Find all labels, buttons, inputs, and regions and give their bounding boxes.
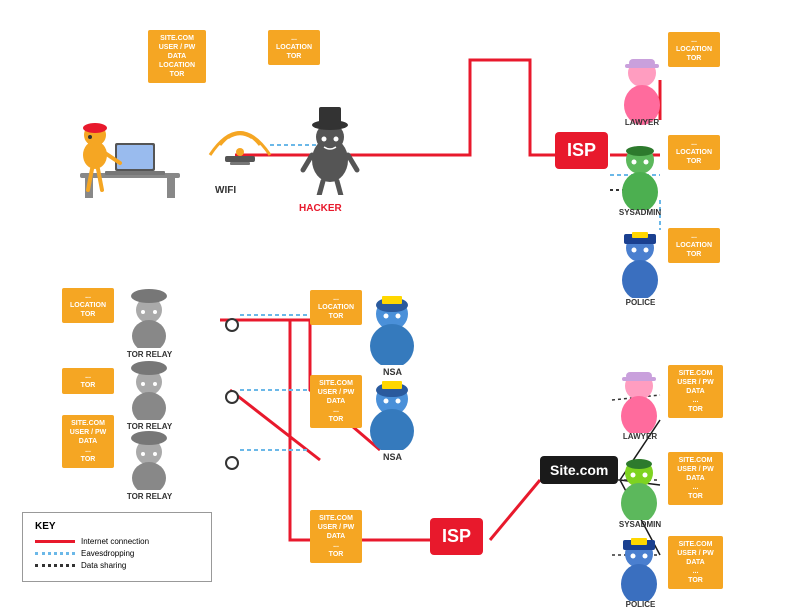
diagram: SITE.COM USER / PW DATA LOCATION TOR: [0, 0, 792, 612]
police-figure-1: [610, 228, 670, 298]
lawyer-label-1: LAWYER: [612, 118, 672, 127]
police-label-2: POLICE: [608, 600, 673, 609]
nsa-box-1: ... LOCATION TOR: [310, 290, 362, 325]
nsa-figure-1: [360, 290, 425, 365]
tor-relay-1-figure: [122, 288, 177, 348]
isp-2-info-box: SITE.COM USER / PW DATA ... TOR: [310, 510, 362, 563]
key-datashare: Data sharing: [35, 561, 199, 570]
police-label-1: POLICE: [608, 298, 673, 307]
lawyer-label-2: LAWYER: [610, 432, 670, 441]
isp-box-1: ISP: [555, 132, 608, 169]
sysadmin-box-1: ... LOCATION TOR: [668, 135, 720, 170]
sysadmin-label-2: SYSADMIN: [606, 520, 674, 529]
tor-relay-3-circle: [225, 456, 239, 470]
internet-line-sample: [35, 540, 75, 543]
location-box-1: ... LOCATION TOR: [268, 30, 320, 65]
hacker-figure: [295, 95, 365, 195]
tor-relay-1-label: TOR RELAY: [117, 350, 182, 359]
datashare-line-sample: [35, 564, 75, 567]
nsa-figure-2: [360, 375, 425, 450]
nsa-2-label: NSA: [360, 452, 425, 462]
tor-relay-2-figure: [122, 360, 177, 420]
key-internet: Internet connection: [35, 537, 199, 546]
nsa-box-2: SITE.COM USER / PW DATA ... TOR: [310, 375, 362, 428]
wifi-router-figure: [200, 100, 280, 180]
person-computer-figure: [60, 95, 200, 205]
tor-relay-3-figure: [122, 430, 177, 490]
police-box-2: SITE.COM USER / PW DATA ... TOR: [668, 536, 723, 589]
police-figure-2: [612, 536, 667, 601]
tor-relay-3-label: TOR RELAY: [117, 492, 182, 501]
tor-relay-1-box: ... LOCATION TOR: [62, 288, 114, 323]
police-box-1: ... LOCATION TOR: [668, 228, 720, 263]
lawyer-box-2: SITE.COM USER / PW DATA ... TOR: [668, 365, 723, 418]
wifi-label: WIFI: [215, 185, 236, 196]
key-box: KEY Internet connection Eavesdropping Da…: [22, 512, 212, 582]
tor-relay-2-box: ... TOR: [62, 368, 114, 394]
lawyer-figure-2: [612, 368, 667, 433]
sysadmin-box-2: SITE.COM USER / PW DATA ... TOR: [668, 452, 723, 505]
lawyer-box-1: ... LOCATION TOR: [668, 32, 720, 67]
sitecom-box: Site.com: [540, 456, 618, 484]
eavesdrop-line-sample: [35, 552, 75, 555]
isp-box-2: ISP: [430, 518, 483, 555]
sysadmin-figure-2: [612, 455, 667, 520]
tor-relay-3-box: SITE.COM USER / PW DATA ... TOR: [62, 415, 114, 468]
tor-relay-2-circle: [225, 390, 239, 404]
key-eavesdrop: Eavesdropping: [35, 549, 199, 558]
lawyer-figure-1: [615, 55, 670, 125]
tor-relay-1-circle: [225, 318, 239, 332]
user-info-box: SITE.COM USER / PW DATA LOCATION TOR: [148, 30, 206, 83]
sysadmin-label-1: SYSADMIN: [605, 208, 675, 217]
hacker-label: HACKER: [299, 203, 342, 214]
key-title: KEY: [35, 521, 199, 532]
sysadmin-figure-1: [610, 140, 670, 210]
